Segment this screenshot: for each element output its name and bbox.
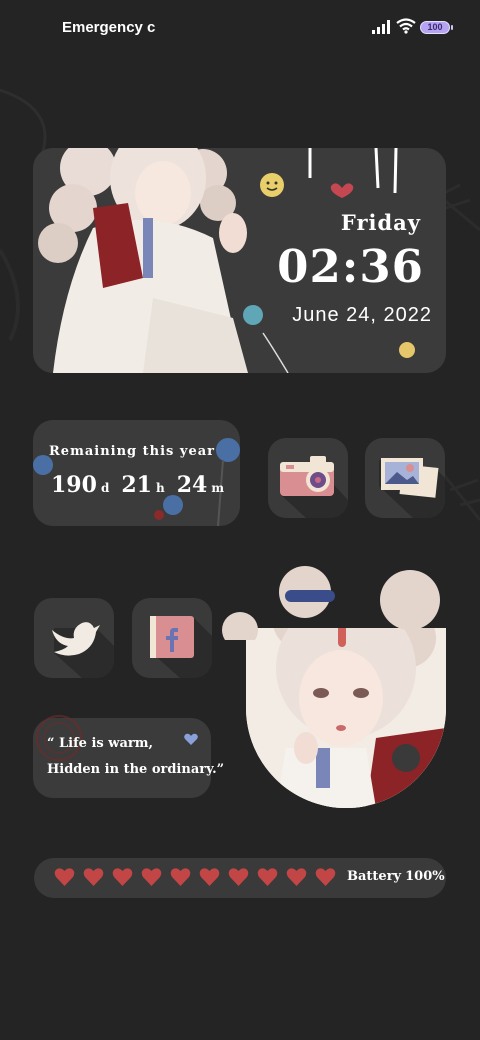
carrier-text: Emergency c [62,19,156,36]
twitter-bird-icon [52,622,114,678]
gallery-app[interactable] [365,438,445,518]
minutes-value: 24 [176,472,208,498]
remaining-title: Remaining this year [49,444,215,459]
battery-heart-icon [112,868,133,886]
battery-heart-icon [199,868,220,886]
battery-heart-icon [286,868,307,886]
battery-hearts [54,867,336,889]
quote-widget[interactable]: “ Life is warm, Hidden in the ordinary.” [33,715,224,798]
facebook-icon [150,616,212,678]
battery-heart-icon [83,868,104,886]
days-unit: d [100,481,110,495]
clock-widget[interactable]: Friday 02:36 June 24, 2022 [33,148,446,373]
twitter-app[interactable] [34,598,114,678]
battery-heart-icon [54,868,75,886]
heart-icon [184,733,198,745]
battery-label: Battery [347,869,402,884]
status-bar: Emergency c 100 [0,0,480,56]
battery-heart-icon [315,868,336,886]
battery-heart-icon [228,868,249,886]
remaining-year-widget[interactable]: Remaining this year 190 d 21 h 24 m [33,420,240,526]
battery-value: 100% [405,869,445,884]
battery-indicator: 100 [420,21,450,34]
days-value: 190 [51,472,97,498]
hours-value: 21 [121,472,152,498]
battery-heart-icon [257,868,278,886]
anime-girl-portrait [246,628,446,808]
day-label: Friday [340,210,421,235]
facebook-app[interactable] [132,598,212,678]
battery-hearts-widget[interactable]: Battery 100% [34,858,446,898]
quote-line-2: Hidden in the ordinary.” [47,762,225,777]
battery-text: Battery 100% [347,869,445,884]
hours-unit: h [155,481,165,495]
gallery-icon [379,458,445,518]
time-label: 02:36 [277,240,424,293]
photo-widget[interactable] [246,628,446,808]
bun-overflow-decoration [222,566,440,640]
signal-icon [372,20,390,34]
remaining-countdown: 190 d 21 h 24 m [51,472,224,498]
camera-app[interactable] [268,438,348,518]
battery-heart-icon [141,868,162,886]
date-label: June 24, 2022 [292,304,432,326]
battery-tip [451,25,453,30]
minutes-unit: m [211,481,225,495]
quote-line-1: “ Life is warm, [47,736,153,751]
wifi-icon [396,18,416,34]
camera-icon [280,456,348,518]
battery-heart-icon [170,868,191,886]
